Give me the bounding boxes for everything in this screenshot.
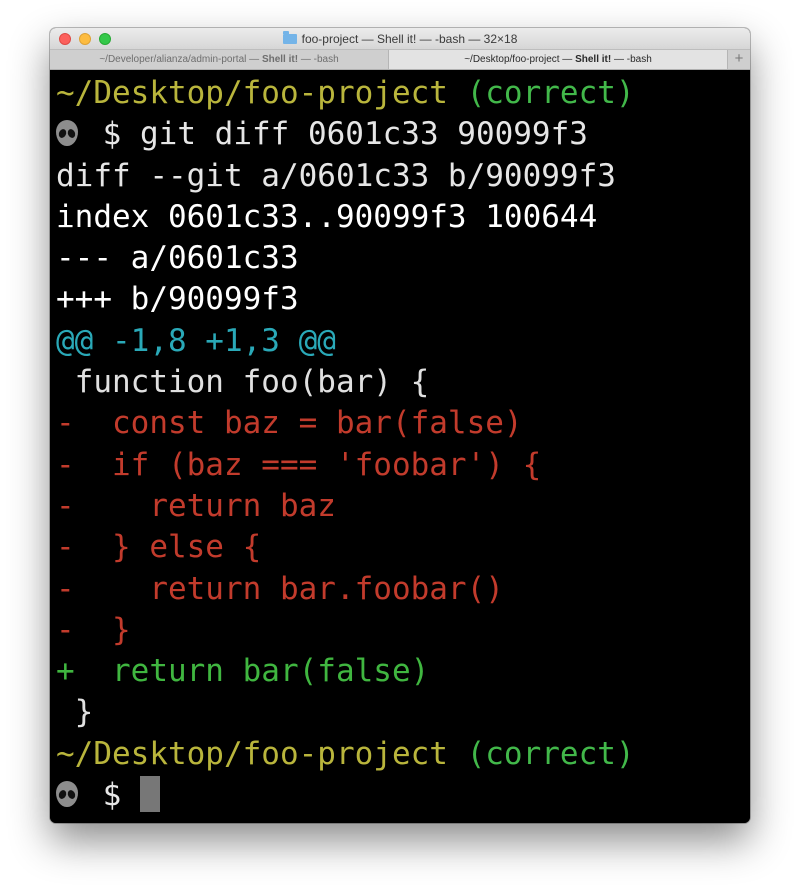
- alien-icon: [56, 119, 78, 146]
- prompt-path: ~/Desktop/foo-project: [56, 75, 448, 111]
- diff-header-line: diff --git a/0601c33 b/90099f3: [56, 157, 616, 194]
- folder-icon: [282, 31, 297, 44]
- command-line: $ git diff 0601c33 90099f3: [56, 114, 750, 155]
- diff-old-file-line: --- a/0601c33: [56, 240, 299, 277]
- tab-suffix: — -bash: [298, 54, 339, 65]
- terminal-output[interactable]: ~/Desktop/foo-project (correct) $ git di…: [50, 70, 750, 823]
- window-title: foo-project — Shell it! — -bash — 32×18: [50, 31, 750, 46]
- diff-removed-line: - } else {: [56, 529, 262, 566]
- alien-icon: [56, 780, 78, 807]
- diff-removed-line: - return bar.foobar(): [56, 570, 504, 607]
- window-title-text: foo-project — Shell it! — -bash — 32×18: [301, 32, 518, 46]
- new-tab-button[interactable]: +: [728, 50, 750, 69]
- prompt-line: ~/Desktop/foo-project (correct): [56, 734, 750, 775]
- diff-context-line: function foo(bar) {: [56, 364, 430, 401]
- tab-suffix: — -bash: [611, 54, 652, 65]
- tab-foo-project[interactable]: ~/Desktop/foo-project — Shell it! — -bas…: [389, 50, 728, 69]
- tab-admin-portal[interactable]: ~/Developer/alianza/admin-portal — Shell…: [50, 50, 389, 69]
- input-prompt: $: [102, 777, 122, 814]
- title-bar[interactable]: foo-project — Shell it! — -bash — 32×18: [50, 28, 750, 50]
- text-cursor[interactable]: [140, 775, 161, 812]
- diff-removed-line: - return baz: [56, 487, 336, 524]
- diff-index-line: index 0601c33..90099f3 100644: [56, 198, 598, 235]
- diff-new-file-line: +++ b/90099f3: [56, 281, 299, 318]
- diff-context-line: }: [56, 694, 94, 731]
- command-text: $ git diff 0601c33 90099f3: [102, 116, 588, 153]
- prompt-line: ~/Desktop/foo-project (correct): [56, 73, 750, 114]
- tab-bar: ~/Developer/alianza/admin-portal — Shell…: [50, 50, 750, 70]
- tab-app: Shell it!: [261, 54, 299, 65]
- prompt-branch: (correct): [466, 735, 635, 772]
- tab-path: ~/Developer/alianza/admin-portal —: [99, 54, 262, 65]
- prompt-path: ~/Desktop/foo-project: [56, 735, 448, 772]
- diff-added-line: + return bar(false): [56, 653, 430, 690]
- tab-path: ~/Desktop/foo-project —: [464, 54, 576, 65]
- tab-app: Shell it!: [575, 54, 612, 65]
- diff-hunk-header: @@ -1,8 +1,3 @@: [56, 322, 336, 359]
- input-line[interactable]: $: [56, 775, 750, 816]
- diff-removed-line: - if (baz === 'foobar') {: [56, 446, 542, 483]
- diff-removed-line: - }: [56, 611, 131, 648]
- terminal-window: foo-project — Shell it! — -bash — 32×18 …: [50, 28, 750, 823]
- diff-removed-line: - const baz = bar(false): [56, 405, 523, 442]
- prompt-branch: (correct): [466, 75, 635, 111]
